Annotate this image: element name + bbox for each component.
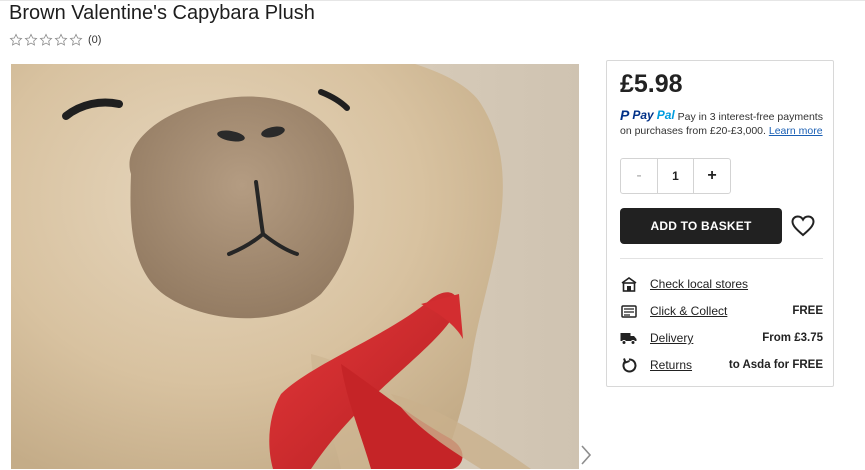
paypal-learn-more-link[interactable]: Learn more	[769, 125, 823, 137]
capybara-plush-illustration	[11, 64, 531, 469]
star-icon	[39, 33, 53, 46]
star-icon	[69, 33, 83, 46]
quantity-value[interactable]: 1	[658, 159, 693, 193]
store-icon	[620, 276, 637, 293]
heart-icon[interactable]	[791, 215, 815, 237]
rating-stars	[9, 33, 83, 47]
truck-icon	[620, 330, 637, 347]
click-collect-icon	[620, 303, 637, 320]
returns-icon	[620, 357, 637, 374]
chevron-right-icon[interactable]	[580, 444, 594, 466]
rating-count: (0)	[88, 34, 102, 46]
click-collect-link[interactable]: Click & Collect	[650, 304, 727, 318]
quantity-stepper[interactable]: - 1 +	[620, 158, 731, 194]
product-price: £5.98	[620, 70, 683, 98]
product-title: Brown Valentine's Capybara Plush	[9, 2, 315, 24]
returns-link[interactable]: Returns	[650, 358, 692, 372]
paypal-message: P Pay Pal Pay in 3 interest-free payments …	[620, 108, 826, 138]
delivery-price: From £3.75	[762, 332, 823, 344]
star-icon	[54, 33, 68, 46]
star-icon	[24, 33, 38, 46]
returns-row[interactable]: Returns to Asda for FREE	[620, 356, 823, 374]
check-local-stores-row[interactable]: Check local stores	[620, 275, 823, 293]
product-image[interactable]	[11, 64, 579, 469]
quantity-decrease-button[interactable]: -	[621, 159, 658, 193]
product-rating[interactable]: (0)	[9, 33, 101, 47]
delivery-link[interactable]: Delivery	[650, 331, 693, 345]
panel-divider	[620, 258, 823, 259]
click-collect-row[interactable]: Click & Collect FREE	[620, 302, 823, 320]
add-to-basket-button[interactable]: ADD TO BASKET	[620, 208, 782, 244]
check-local-stores-link[interactable]: Check local stores	[650, 277, 748, 291]
star-icon	[9, 33, 23, 46]
quantity-increase-button[interactable]: +	[693, 159, 730, 193]
top-border	[0, 0, 865, 1]
paypal-logo: P Pay Pal	[620, 107, 675, 123]
purchase-panel: £5.98 P Pay Pal Pay in 3 interest-free pay…	[606, 60, 834, 387]
returns-value: to Asda for FREE	[728, 359, 823, 371]
click-collect-price: FREE	[792, 305, 823, 317]
delivery-row[interactable]: Delivery From £3.75	[620, 329, 823, 347]
